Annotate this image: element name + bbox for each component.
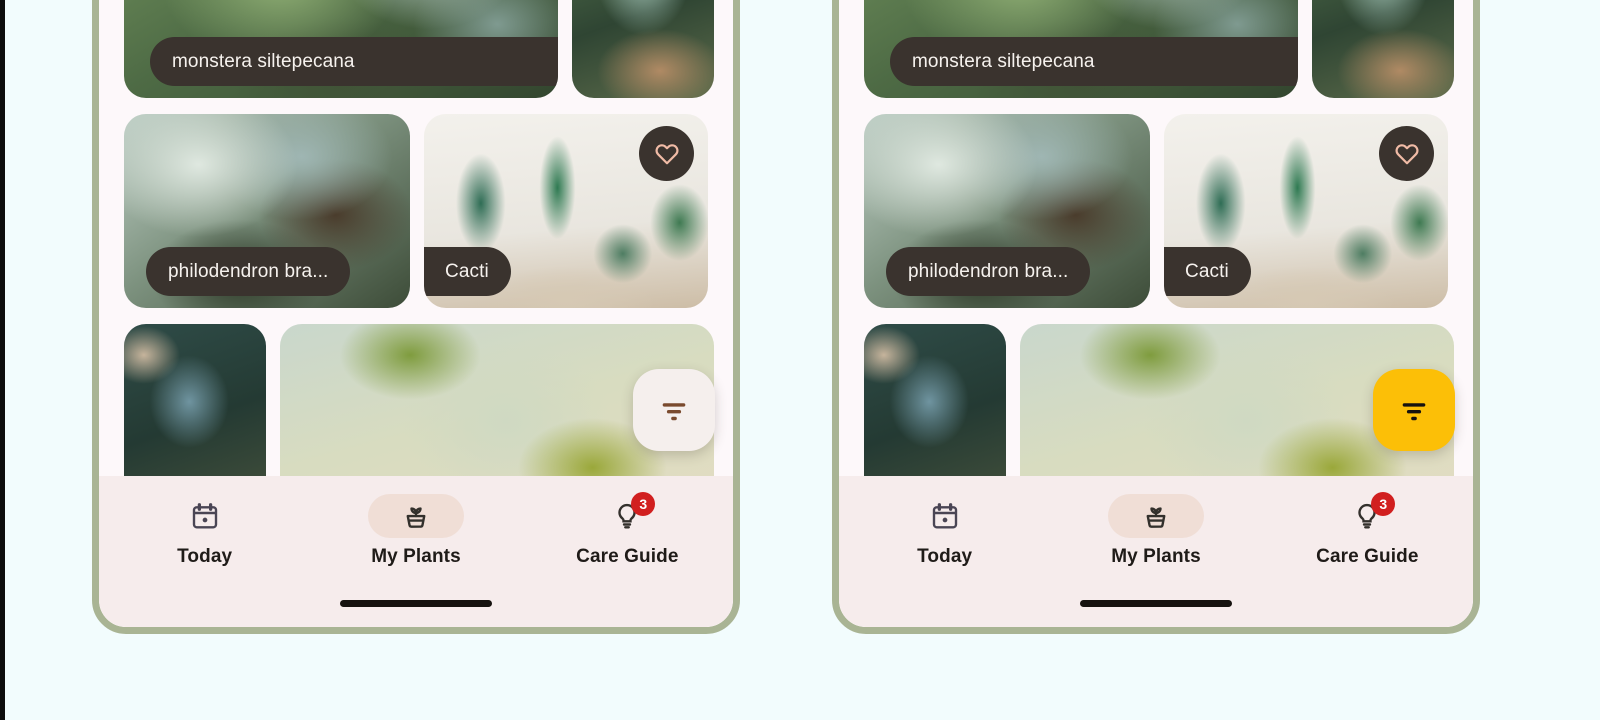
plant-grid-scroll-area-right[interactable]: monstera siltepecana philodendron bra... — [839, 0, 1473, 476]
nav-tab-label: My Plants — [1111, 546, 1201, 567]
bottom-navigation-bar: Today My Plants 3 Care Guide — [99, 476, 733, 627]
bottom-nav-items: Today My Plants 3 Care Guide — [839, 476, 1473, 600]
plant-card-label: philodendron bra... — [886, 247, 1091, 296]
plant-card-philodendron-brasil[interactable]: philodendron bra... — [124, 114, 410, 308]
plant-grid-row: philodendron bra... Cacti — [864, 114, 1473, 308]
plant-photo — [1312, 0, 1454, 98]
filter-fab-button[interactable] — [1373, 369, 1455, 451]
heart-icon — [1395, 143, 1418, 164]
nav-tab-care-guide[interactable]: 3 Care Guide — [522, 492, 733, 568]
phone-screen-right: monstera siltepecana philodendron bra... — [839, 0, 1473, 627]
plant-photo — [124, 324, 266, 476]
phone-screen-left: monstera siltepecana philodendron bra... — [99, 0, 733, 627]
nav-icon-container: 3 — [579, 492, 675, 538]
plant-card-monstera-siltepecana[interactable]: monstera siltepecana — [124, 0, 558, 98]
nav-tab-today[interactable]: Today — [839, 494, 1050, 568]
plant-card-label: Cacti — [424, 247, 511, 296]
plant-grid-row: philodendron bra... Cacti — [124, 114, 733, 308]
phone-frame-right: monstera siltepecana philodendron bra... — [832, 0, 1480, 634]
potted-plant-icon — [406, 507, 426, 528]
plant-card-label: philodendron bra... — [146, 247, 351, 296]
nav-icon-container — [897, 494, 993, 538]
bottom-navigation-bar: Today My Plants 3 Care Guide — [839, 476, 1473, 627]
favorite-button[interactable] — [639, 126, 694, 181]
plant-card-philodendron-brasil[interactable]: philodendron bra... — [864, 114, 1150, 308]
filter-icon — [1402, 403, 1426, 421]
plant-grid-row: monstera siltepecana — [124, 0, 733, 98]
home-indicator — [340, 600, 492, 607]
screen-left-edge-strip — [0, 0, 5, 720]
plant-card-label: Cacti — [1164, 247, 1251, 296]
plant-card-label: monstera siltepecana — [150, 37, 558, 86]
nav-tab-label: Care Guide — [576, 546, 679, 567]
plant-grid-scroll-area-left[interactable]: monstera siltepecana philodendron bra... — [99, 0, 733, 476]
nav-tab-label: Care Guide — [1316, 546, 1419, 567]
filter-fab-button[interactable] — [633, 369, 715, 451]
nav-badge-count: 3 — [1371, 492, 1396, 516]
nav-tab-care-guide[interactable]: 3 Care Guide — [1262, 492, 1473, 568]
nav-icon-container: 3 — [1319, 492, 1415, 538]
plant-card-label: monstera siltepecana — [890, 37, 1298, 86]
calendar-icon — [192, 503, 217, 529]
plant-grid-row: monstera siltepecana — [864, 0, 1473, 98]
plant-card-monstera-siltepecana[interactable]: monstera siltepecana — [864, 0, 1298, 98]
nav-icon-container — [157, 494, 253, 538]
nav-tab-my-plants[interactable]: My Plants — [310, 494, 521, 568]
plant-photo — [572, 0, 714, 98]
calendar-icon — [932, 503, 957, 529]
phone-frame-left: monstera siltepecana philodendron bra... — [92, 0, 740, 634]
plant-card-rhapis-palm[interactable] — [1312, 0, 1454, 98]
plant-card-dracaena[interactable] — [864, 324, 1006, 476]
home-indicator — [1080, 600, 1232, 607]
potted-plant-icon — [1146, 507, 1166, 528]
nav-icon-container — [1107, 494, 1204, 538]
plant-card-rhapis-palm[interactable] — [572, 0, 714, 98]
plant-photo — [864, 324, 1006, 476]
nav-tab-my-plants[interactable]: My Plants — [1050, 494, 1261, 568]
bottom-nav-items: Today My Plants 3 Care Guide — [99, 476, 733, 600]
nav-icon-container — [367, 494, 464, 538]
plant-card-dracaena[interactable] — [124, 324, 266, 476]
nav-tab-label: Today — [917, 546, 973, 567]
filter-icon — [662, 403, 686, 421]
plant-card-cacti[interactable]: Cacti — [1164, 114, 1448, 308]
favorite-button[interactable] — [1379, 126, 1434, 181]
nav-badge-count: 3 — [631, 492, 656, 516]
nav-tab-label: My Plants — [371, 546, 461, 567]
nav-tab-today[interactable]: Today — [99, 494, 310, 568]
plant-card-cacti[interactable]: Cacti — [424, 114, 708, 308]
heart-icon — [655, 143, 678, 164]
nav-tab-label: Today — [177, 546, 233, 567]
